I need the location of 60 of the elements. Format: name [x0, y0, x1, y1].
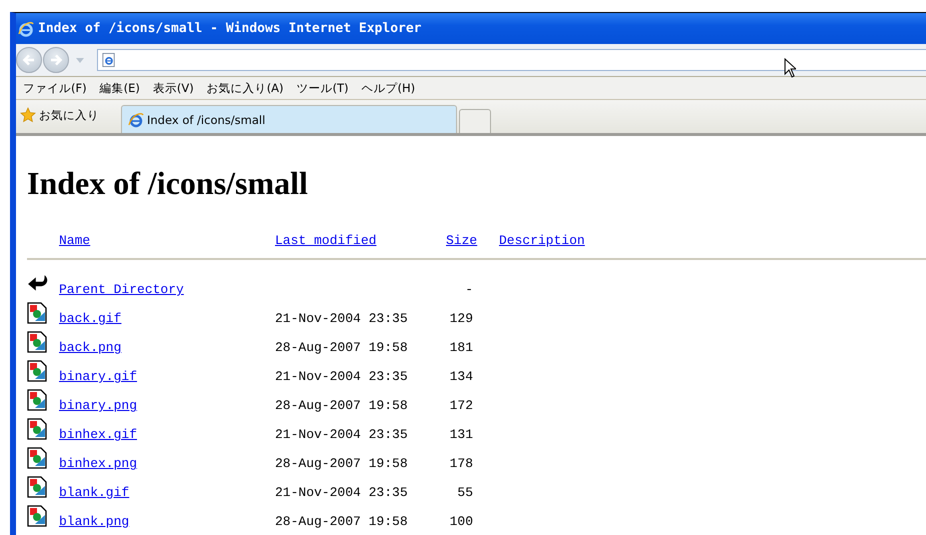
file-size: 181 — [448, 340, 474, 358]
column-header-link[interactable]: Description — [485, 232, 926, 248]
file-link[interactable]: blank.gif — [59, 485, 275, 504]
file-link[interactable]: binhex.png — [59, 456, 275, 476]
forward-button[interactable] — [43, 47, 69, 73]
file-link[interactable]: binary.gif — [59, 369, 275, 388]
column-header-link[interactable]: Size — [440, 232, 485, 248]
menu-item[interactable]: ツール(T) — [296, 80, 349, 96]
image-file-icon — [27, 505, 47, 528]
mouse-pointer-icon — [784, 58, 796, 78]
file-link[interactable]: Parent Directory — [59, 282, 275, 302]
page-heading: Index of /icons/small — [27, 166, 309, 202]
modified-date: 21-Nov-2004 23:35 — [275, 485, 409, 502]
modified-date: 28-Aug-2007 19:58 — [275, 398, 409, 416]
file-link[interactable]: back.gif — [59, 311, 275, 330]
column-header-link[interactable]: Name — [59, 232, 275, 248]
modified-date: 28-Aug-2007 19:58 — [275, 456, 409, 474]
file-size: 134 — [448, 369, 474, 386]
column-header-link[interactable]: Last modified — [275, 232, 440, 248]
file-size: 178 — [448, 456, 474, 474]
file-link[interactable]: binary.png — [59, 398, 275, 418]
image-file-icon — [27, 360, 47, 382]
ie-logo-icon — [18, 20, 34, 36]
new-tab-button[interactable] — [459, 109, 491, 133]
favorites-button[interactable]: お気に入り — [16, 103, 105, 133]
modified-date: 28-Aug-2007 19:58 — [275, 340, 409, 358]
image-file-icon — [27, 418, 47, 440]
right-arrow-icon — [48, 52, 64, 68]
star-icon — [20, 107, 36, 123]
ie-logo-icon — [128, 112, 144, 128]
browser-tab[interactable]: Index of /icons/small — [121, 105, 457, 133]
modified-date: 28-Aug-2007 19:58 — [275, 514, 409, 532]
image-file-icon — [27, 331, 47, 354]
menu-item[interactable]: ファイル(F) — [23, 80, 87, 96]
address-field[interactable] — [97, 49, 926, 71]
menu-item[interactable]: 編集(E) — [100, 80, 140, 96]
file-size: 55 — [456, 485, 474, 502]
dropdown-caret-icon[interactable] — [76, 58, 84, 62]
modified-date: 21-Nov-2004 23:35 — [275, 311, 409, 328]
image-file-icon — [27, 476, 47, 498]
file-link[interactable]: binhex.gif — [59, 427, 275, 446]
left-arrow-icon — [21, 52, 37, 68]
modified-date: 21-Nov-2004 23:35 — [275, 369, 409, 386]
back-button[interactable] — [16, 47, 42, 73]
file-link[interactable]: back.png — [59, 340, 275, 360]
page-icon — [102, 52, 116, 68]
file-size: 172 — [448, 398, 474, 416]
image-file-icon — [27, 302, 47, 324]
file-size: 100 — [448, 514, 474, 532]
menu-item[interactable]: ヘルプ(H) — [362, 80, 416, 96]
file-size: 129 — [448, 311, 474, 328]
file-size: 131 — [448, 427, 474, 444]
file-link[interactable]: blank.png — [59, 514, 275, 534]
menu-item[interactable]: 表示(V) — [152, 80, 194, 96]
modified-date: 21-Nov-2004 23:35 — [275, 427, 409, 444]
window-title: Index of /icons/small - Windows Internet Explorer — [38, 21, 422, 36]
image-file-icon — [27, 447, 47, 470]
menu-item[interactable]: お気に入り(A) — [206, 80, 284, 96]
file-size: - — [464, 282, 474, 300]
image-file-icon — [27, 389, 47, 412]
